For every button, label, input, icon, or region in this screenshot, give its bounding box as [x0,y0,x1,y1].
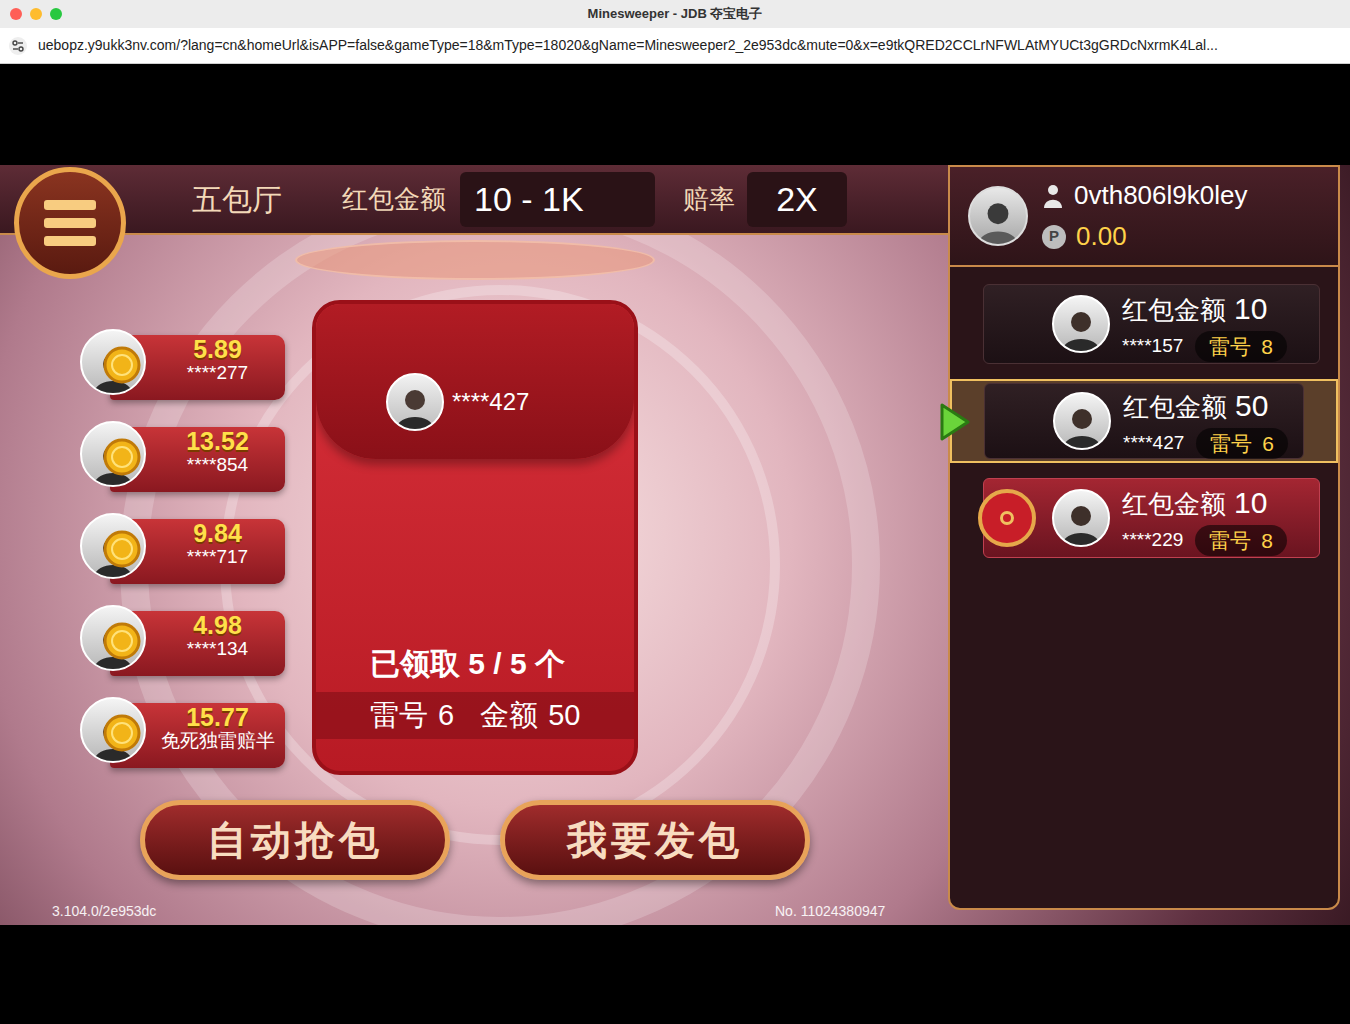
amount-label: 红包金额 [342,180,446,219]
side-panel: 0vth806l9k0ley P 0.00 红包金额10****157雷号8红包… [948,165,1340,910]
zoom-button[interactable] [50,8,62,20]
avatar-icon [1052,489,1110,547]
amount-range: 10 - 1K [460,172,655,227]
grabber-amount: 9.84 [193,520,242,546]
person-icon [1042,184,1064,208]
avatar-icon [1053,392,1111,450]
packet-user: ****427 [1123,429,1184,458]
points-icon: P [1042,225,1066,249]
mine-pill: 雷号6 [1196,428,1288,460]
player-name: 0vth806l9k0ley [1074,176,1247,215]
packet-user: ****157 [1122,332,1183,361]
coin-icon [102,713,142,753]
player-avatar-icon [968,186,1028,246]
odds: 2X [747,172,847,227]
grabber-name: 免死独雷赔半 [161,730,275,753]
window-title: Minesweeper - JDB 夺宝电子 [588,4,763,24]
action-button[interactable]: 自动抢包 [140,800,450,880]
packet-item[interactable]: 红包金额50 ****427 雷号6 [950,379,1338,463]
grabber-amount: 13.52 [186,428,249,454]
mine-pill: 雷号8 [1195,331,1287,363]
mine-pill: 雷号8 [1195,525,1287,557]
coin-icon [102,437,142,477]
packet-amount: 10 [1234,286,1267,331]
address-bar[interactable]: uebopz.y9ukk3nv.com/?lang=cn&homeUrl&isA… [0,28,1350,64]
grabber-name: ****717 [187,546,248,569]
grabber-name: ****134 [187,638,248,661]
round-number: No. 11024380947 [775,901,885,922]
grabber-amount: 4.98 [193,612,242,638]
grabber-amount: 15.77 [186,704,249,730]
coin-icon [102,345,142,385]
menu-button[interactable] [14,167,126,279]
packet-amount: 10 [1234,480,1267,525]
game-stage: 五包厅 红包金额 10 - 1K 赔率 2X 5.89****27713.52*… [0,165,1350,925]
grabber-name: ****854 [187,454,248,477]
packet-amount-label: 红包金额 [1123,388,1227,427]
grabber-name: ****277 [187,362,248,385]
avatar-icon [1052,295,1110,353]
url[interactable]: uebopz.y9ukk3nv.com/?lang=cn&homeUrl&isA… [38,35,1218,56]
grabber-item: 4.98****134 [80,601,285,676]
grabber-item: 13.52****854 [80,417,285,492]
coin-icon [102,621,142,661]
grabber-list: 5.89****27713.52****8549.84****7174.98**… [80,325,285,768]
room-name: 五包厅 [192,177,282,222]
player-balance: 0.00 [1076,217,1127,256]
top-bar: 五包厅 红包金额 10 - 1K 赔率 2X [0,165,948,235]
packet-amount-label: 红包金额 [1122,291,1226,330]
player-card: 0vth806l9k0ley P 0.00 [950,167,1338,267]
title-bar: Minesweeper - JDB 夺宝电子 [0,0,1350,28]
grabber-amount: 5.89 [193,336,242,362]
packet-info: 雷号6 金额50 [316,692,634,740]
packet-item[interactable]: 红包金额10 ****157 雷号8 [950,282,1338,366]
minimize-button[interactable] [30,8,42,20]
avatar-icon [386,373,444,431]
grab-badge-icon[interactable] [978,489,1036,547]
menu-icon [44,200,96,246]
selected-arrow-icon [939,403,971,441]
grabber-item: 15.77免死独雷赔半 [80,693,285,768]
packet-amount-label: 红包金额 [1122,485,1226,524]
version: 3.104.0/2e953dc [52,901,156,922]
odds-label: 赔率 [683,180,735,219]
coin-icon [102,529,142,569]
action-button[interactable]: 我要发包 [500,800,810,880]
site-settings-icon[interactable] [8,36,28,56]
packet-claimed: 已领取 5 / 5 个 [316,641,634,692]
grabber-item: 9.84****717 [80,509,285,584]
packet-item[interactable]: 红包金额10 ****229 雷号8 [950,476,1338,560]
packet-flap: ****427 [316,304,634,459]
packet-user: ****229 [1122,526,1183,555]
close-button[interactable] [10,8,22,20]
packet-list: 红包金额10****157雷号8红包金额50****427雷号6红包金额10**… [950,267,1338,560]
grabber-item: 5.89****277 [80,325,285,400]
red-packet[interactable]: ****427 已领取 5 / 5 个 雷号6 金额50 [312,300,638,775]
packet-user: ****427 [452,384,529,420]
packet-amount: 50 [1235,383,1268,428]
